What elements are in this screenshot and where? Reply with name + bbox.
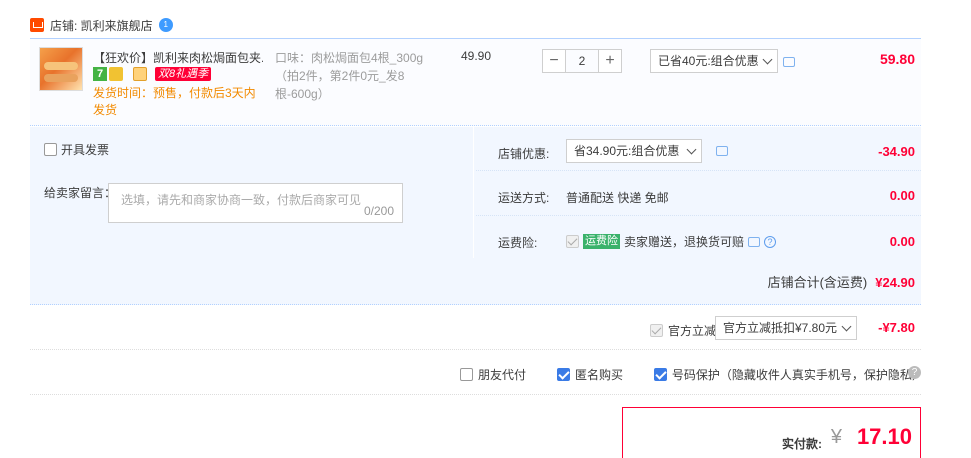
payment-label: 实付款: — [782, 437, 822, 451]
shop-discount-select[interactable]: 省34.90元:组合优惠 — [566, 139, 702, 163]
official-discount-select[interactable]: 官方立减抵扣¥7.80元 — [715, 316, 857, 340]
friend-pay-option[interactable]: 朋友代付 — [460, 366, 526, 383]
product-title[interactable]: 【狂欢价】凯利来肉松焗面包夹... — [93, 49, 263, 66]
shop-discount-select-value: 省34.90元:组合优惠 — [574, 144, 680, 158]
invoice-option[interactable]: 开具发票 — [44, 141, 109, 158]
qty-input[interactable]: 2 — [566, 49, 598, 73]
anonymous-label: 匿名购买 — [575, 368, 624, 382]
message-icon[interactable] — [716, 146, 728, 156]
qty-decrease-button[interactable]: − — [542, 49, 566, 73]
seven-day-return-icon: 7 — [93, 67, 107, 81]
friend-pay-label: 朋友代付 — [478, 368, 527, 382]
order-extras-panel: 开具发票 给卖家留言： 选填，请先和商家协商一致，付款后商家可见 0/200 — [30, 127, 474, 258]
payment-currency: ¥ — [830, 426, 842, 448]
order-details: 开具发票 给卖家留言： 选填，请先和商家协商一致，付款后商家可见 0/200 店… — [30, 127, 921, 305]
order-options: 朋友代付 匿名购买 号码保护（隐藏收件人真实手机号，保护隐私） ? — [30, 351, 924, 395]
chevron-down-icon — [686, 144, 697, 155]
insurance-label: 运费险: — [498, 236, 538, 250]
shop-discount-value: -34.90 — [878, 144, 915, 159]
help-icon[interactable]: ? — [908, 366, 921, 379]
credit-card-icon — [133, 67, 147, 81]
shop-total-label: 店铺合计(含运费) — [767, 275, 868, 290]
product-thumbnail[interactable] — [39, 47, 83, 91]
number-protect-option[interactable]: 号码保护（隐藏收件人真实手机号，保护隐私） — [654, 366, 924, 383]
number-protect-label: 号码保护（隐藏收件人真实手机号，保护隐私） — [671, 368, 924, 382]
order-fees-panel: 店铺优惠: 省34.90元:组合优惠 -34.90 运送方式: 普通配送 快递 … — [476, 127, 921, 258]
official-discount-label: 官方立减 — [668, 324, 717, 338]
shipping-label: 运送方式: — [498, 191, 550, 205]
official-discount-option: 官方立减 — [650, 322, 716, 339]
anonymous-checkbox[interactable] — [557, 368, 570, 381]
insurance-value: 0.00 — [889, 234, 915, 249]
product-spec: 口味：肉松焗面包4根_300g（拍2件，第2件0元_发8根-600g） — [275, 51, 424, 101]
ship-time: 发货时间：预售，付款后3天内发货 — [93, 86, 256, 117]
quantity-stepper: − 2 + — [542, 49, 622, 73]
official-discount-value: -¥7.80 — [878, 320, 915, 335]
unit-price: 49.90 — [461, 49, 492, 63]
official-discount-checkbox — [650, 324, 663, 337]
shop-header: 店铺: 凯利来旗舰店 1 — [30, 14, 173, 36]
payment-summary: 实付款: ¥ 17.10 — [622, 407, 921, 458]
product-tags: 7 双8礼遇季 — [93, 67, 212, 81]
qty-increase-button[interactable]: + — [598, 49, 622, 73]
item-total: 59.80 — [879, 51, 915, 67]
message-icon[interactable] — [783, 57, 795, 67]
insurance-tag: 运费险 — [583, 234, 620, 249]
chevron-down-icon — [841, 321, 852, 332]
invoice-checkbox[interactable] — [44, 143, 57, 156]
cart-item-row: 【狂欢价】凯利来肉松焗面包夹... 7 双8礼遇季 发货时间：预售，付款后3天内… — [30, 38, 921, 126]
shop-total: 店铺合计(含运费) ¥24.90 — [768, 272, 915, 291]
shipping-value: 0.00 — [889, 188, 915, 203]
insurance-row: 运费险: 运费险 卖家赠送，退换货可赔 ? 0.00 — [476, 217, 921, 261]
promo-tag: 双8礼遇季 — [155, 67, 212, 81]
payment-amount: 17.10 — [856, 424, 912, 449]
message-icon[interactable] — [748, 236, 761, 247]
shop-name[interactable]: 店铺: 凯利来旗舰店 — [50, 17, 153, 34]
shipping-row: 运送方式: 普通配送 快递 免邮 0.00 — [476, 172, 921, 216]
anonymous-option[interactable]: 匿名购买 — [557, 366, 623, 383]
insurance-checkbox — [566, 235, 579, 248]
item-promo-select[interactable]: 已省40元:组合优惠 — [650, 49, 778, 73]
shipping-method: 普通配送 快递 免邮 — [566, 191, 669, 205]
shop-discount-row: 店铺优惠: 省34.90元:组合优惠 -34.90 — [476, 127, 921, 171]
official-discount-select-value: 官方立减抵扣¥7.80元 — [723, 321, 838, 335]
wangwang-chat-icon[interactable]: 1 — [158, 18, 173, 32]
shop-icon — [30, 18, 44, 32]
invoice-label: 开具发票 — [61, 143, 110, 157]
friend-pay-checkbox[interactable] — [460, 368, 473, 381]
insurance-text: 卖家赠送，退换货可赔 — [624, 235, 745, 249]
seller-message-placeholder: 选填，请先和商家协商一致，付款后商家可见 — [121, 193, 362, 207]
chevron-down-icon — [762, 54, 773, 65]
seller-message-label: 给卖家留言： — [44, 186, 117, 200]
seller-message-counter: 0/200 — [363, 204, 394, 218]
number-protect-checkbox[interactable] — [654, 368, 667, 381]
shop-discount-label: 店铺优惠: — [498, 147, 550, 161]
insurance-detail: 运费险 卖家赠送，退换货可赔 ? — [566, 233, 777, 250]
shop-total-amount: ¥24.90 — [875, 275, 915, 290]
official-discount-row: 官方立减 官方立减抵扣¥7.80元 -¥7.80 — [30, 306, 921, 350]
help-icon[interactable]: ? — [764, 235, 777, 248]
item-promo-select-value: 已省40元:组合优惠 — [658, 54, 759, 68]
seller-message-input[interactable]: 选填，请先和商家协商一致，付款后商家可见 0/200 — [108, 183, 403, 223]
guarantee-icon — [109, 67, 123, 81]
